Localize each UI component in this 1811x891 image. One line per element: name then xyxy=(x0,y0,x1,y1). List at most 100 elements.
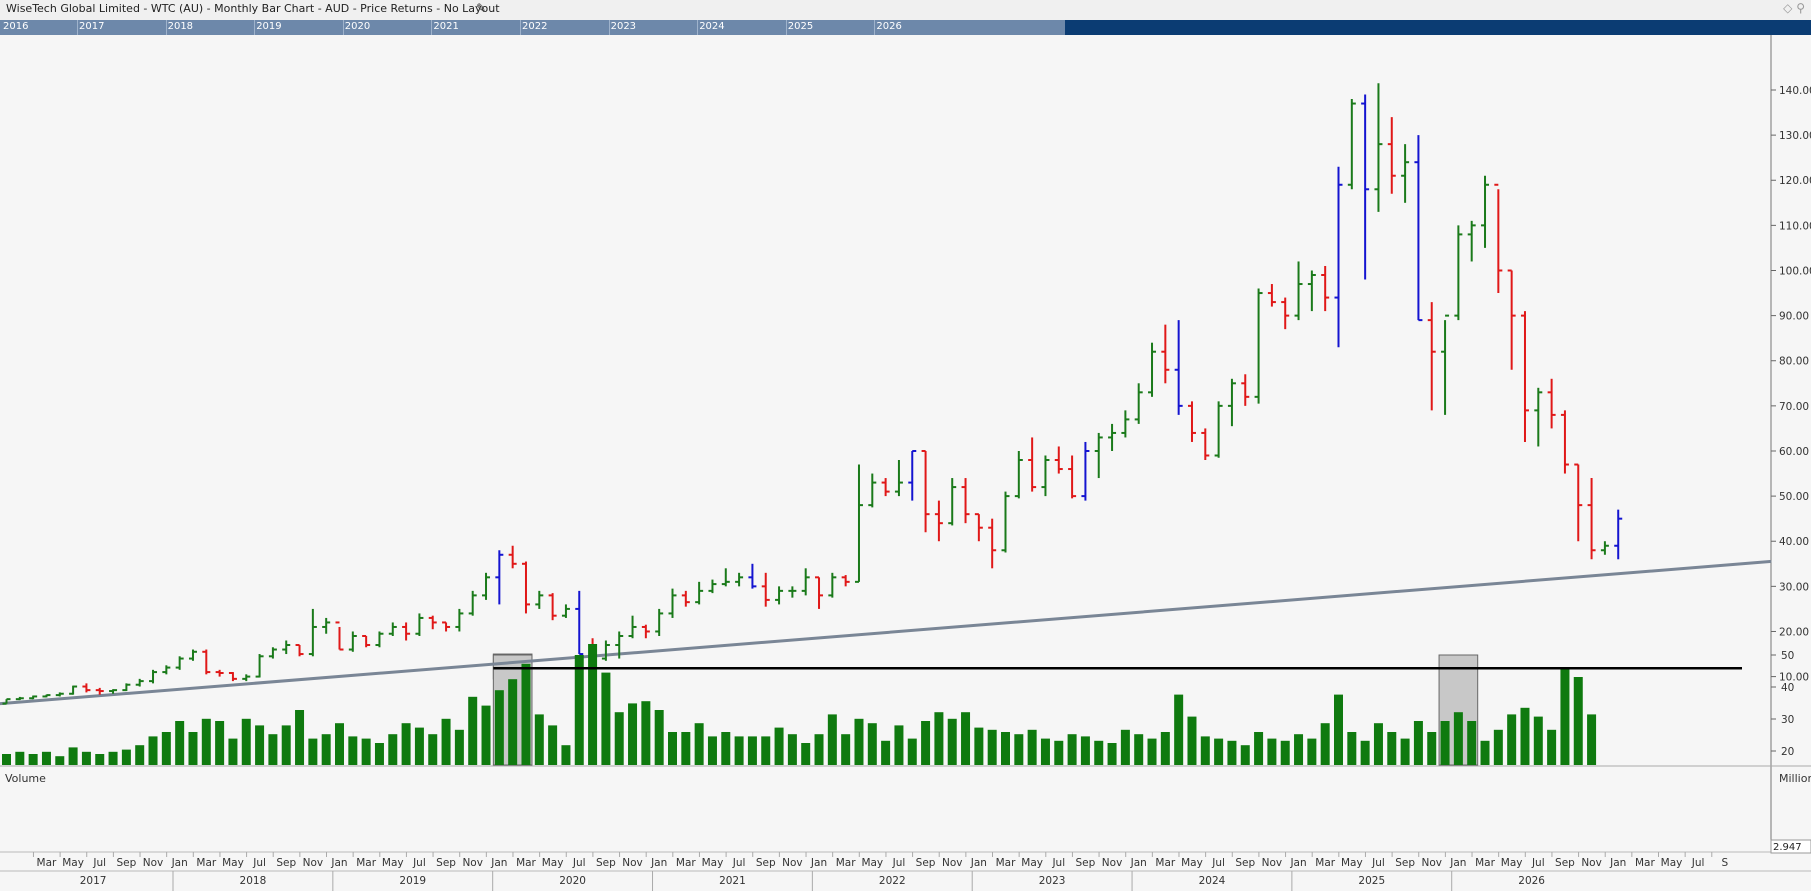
volume-bar xyxy=(1334,694,1343,765)
volume-bar xyxy=(1040,738,1050,765)
volume-bar xyxy=(641,701,651,765)
month-label: Mar xyxy=(356,857,376,869)
volume-bar xyxy=(255,725,265,765)
month-label: Jul xyxy=(892,857,906,869)
volume-bar xyxy=(175,721,185,765)
volume-bar xyxy=(921,721,931,765)
month-label: Mar xyxy=(676,857,696,869)
price-tick-label: 130.00 xyxy=(1779,130,1811,142)
month-label: May xyxy=(62,857,84,869)
volume-bar xyxy=(1267,738,1277,765)
price-axis: 10.0020.0030.0040.0050.0060.0070.0080.00… xyxy=(1771,85,1811,684)
volume-bar xyxy=(1067,734,1077,765)
volume-bar xyxy=(481,705,491,765)
volume-bar xyxy=(588,644,598,765)
month-label: Nov xyxy=(1262,857,1283,869)
month-label: May xyxy=(382,857,404,869)
month-label: May xyxy=(1021,857,1043,869)
volume-bar xyxy=(881,740,891,765)
month-label: May xyxy=(222,857,244,869)
volume-bar xyxy=(947,718,957,765)
month-label: Nov xyxy=(782,857,803,869)
volume-bar xyxy=(1373,723,1383,765)
month-label: Mar xyxy=(1315,857,1335,869)
volume-bar xyxy=(1347,732,1357,765)
month-label: Mar xyxy=(1635,857,1655,869)
volume-bar xyxy=(801,743,811,765)
volume-bar xyxy=(468,696,478,765)
volume-bar xyxy=(68,747,78,765)
volume-bar xyxy=(388,734,398,765)
volume-bar xyxy=(561,745,571,765)
month-label: May xyxy=(861,857,883,869)
volume-bar xyxy=(1507,714,1517,765)
volume-tick-label: 20 xyxy=(1781,746,1794,758)
month-label: Sep xyxy=(596,857,616,869)
year-label: 2023 xyxy=(1039,875,1066,887)
volume-bar xyxy=(308,738,318,765)
volume-bar xyxy=(215,721,225,765)
month-label: Sep xyxy=(1395,857,1415,869)
month-label: Jan xyxy=(490,857,507,869)
volume-bar xyxy=(548,725,558,765)
month-label: Jul xyxy=(252,857,266,869)
volume-bar xyxy=(1453,712,1463,765)
volume-tick-label: 30 xyxy=(1781,714,1794,726)
volume-bar xyxy=(454,729,464,765)
month-label: Jul xyxy=(1691,857,1705,869)
volume-axis: 20 30 40 50 xyxy=(1771,650,1794,758)
price-tick-label: 60.00 xyxy=(1779,446,1809,458)
volume-bar xyxy=(135,745,145,765)
price-chart[interactable]: Volume Millions 2.947 10.0020.0030.0040.… xyxy=(0,0,1811,891)
volume-bar xyxy=(161,732,171,765)
month-label: Jan xyxy=(970,857,987,869)
month-label: Nov xyxy=(1581,857,1602,869)
price-tick-label: 90.00 xyxy=(1779,311,1809,323)
volume-bar xyxy=(574,655,584,765)
price-tick-label: 110.00 xyxy=(1779,220,1811,232)
month-label: May xyxy=(1501,857,1523,869)
volume-bar xyxy=(241,718,251,765)
year-label: 2026 xyxy=(1518,875,1545,887)
month-label: Sep xyxy=(276,857,296,869)
volume-bar xyxy=(1134,734,1144,765)
volume-bar xyxy=(1400,738,1410,765)
volume-bar xyxy=(614,712,624,765)
year-label: 2020 xyxy=(559,875,586,887)
volume-bar xyxy=(494,690,504,765)
month-label: Sep xyxy=(436,857,456,869)
volume-bar xyxy=(1001,732,1010,765)
volume-bar xyxy=(268,734,278,765)
month-label: May xyxy=(1661,857,1683,869)
price-tick-label: 140.00 xyxy=(1779,85,1811,97)
volume-bar xyxy=(361,738,371,765)
volume-bar xyxy=(508,679,518,765)
volume-bar xyxy=(1120,729,1130,765)
volume-bar xyxy=(1014,734,1024,765)
month-label: Mar xyxy=(996,857,1016,869)
year-label: 2019 xyxy=(399,875,426,887)
volume-bar xyxy=(694,723,704,765)
year-label: 2017 xyxy=(80,875,107,887)
volume-tick-label: 40 xyxy=(1781,682,1794,694)
month-label: Jul xyxy=(1051,857,1065,869)
volume-bar xyxy=(787,734,797,765)
volume-bar xyxy=(907,738,917,765)
volume-bar xyxy=(1467,721,1477,765)
month-label: Nov xyxy=(622,857,643,869)
volume-bar xyxy=(707,736,717,765)
volume-bar xyxy=(1254,732,1264,765)
volume-bar xyxy=(987,729,997,765)
volume-bar xyxy=(734,736,744,765)
volume-bar xyxy=(15,751,25,765)
year-label: 2024 xyxy=(1199,875,1226,887)
volume-bar xyxy=(854,718,864,765)
month-label: Jul xyxy=(92,857,106,869)
volume-bar xyxy=(1174,694,1184,765)
volume-bar xyxy=(1294,734,1304,765)
month-label: Jan xyxy=(171,857,188,869)
volume-bar xyxy=(1280,740,1290,765)
volume-bar xyxy=(1214,738,1224,765)
volume-bar xyxy=(441,718,451,765)
volume-bar xyxy=(654,710,664,765)
